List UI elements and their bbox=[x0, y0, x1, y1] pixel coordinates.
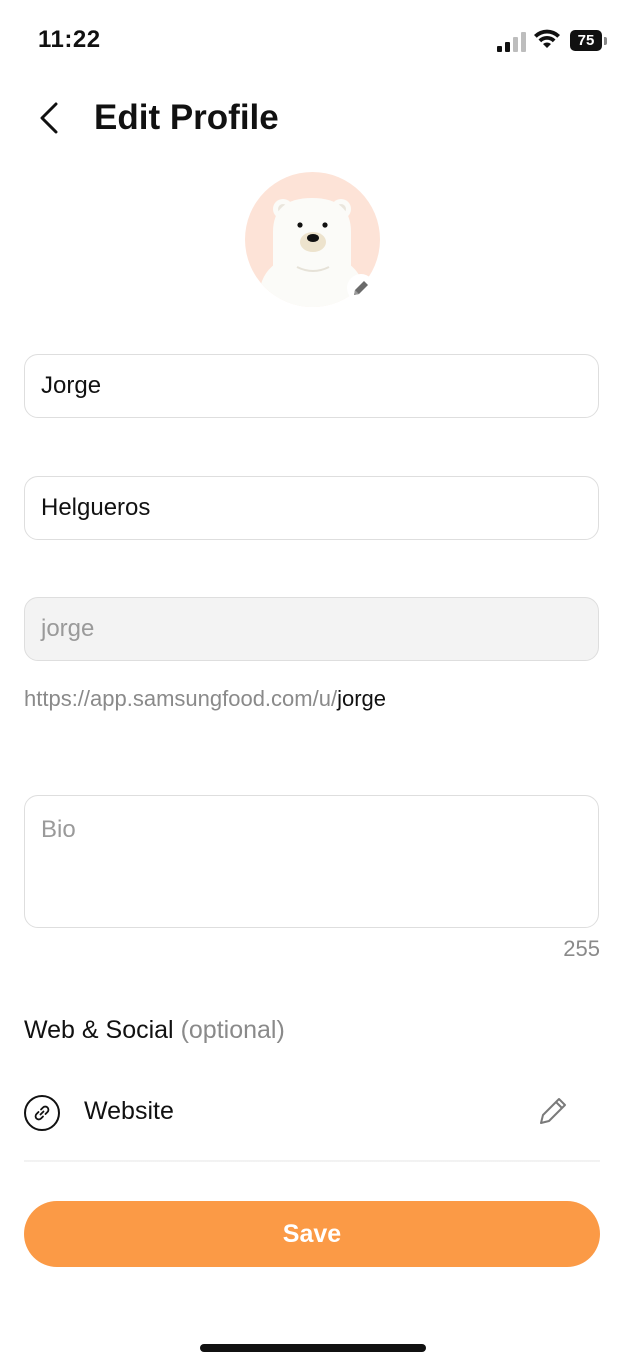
username-field: jorge bbox=[24, 597, 599, 661]
profile-url-username: jorge bbox=[337, 686, 386, 711]
website-label: Website bbox=[84, 1097, 174, 1125]
last-name-field[interactable]: Helgueros bbox=[24, 476, 599, 540]
battery-icon: 75 bbox=[570, 30, 602, 51]
profile-url: https://app.samsungfood.com/u/jorge bbox=[24, 686, 386, 712]
web-social-title: Web & Social bbox=[24, 1016, 174, 1044]
web-social-heading: Web & Social (optional) bbox=[24, 1016, 285, 1045]
back-chevron-icon[interactable] bbox=[36, 100, 66, 136]
username-value: jorge bbox=[41, 615, 95, 642]
first-name-field[interactable]: Jorge bbox=[24, 354, 599, 418]
bio-placeholder: Bio bbox=[41, 816, 76, 843]
bio-textarea[interactable]: Bio bbox=[24, 795, 599, 928]
home-indicator bbox=[200, 1344, 426, 1352]
link-icon bbox=[24, 1095, 60, 1131]
bio-char-counter: 255 bbox=[563, 936, 600, 961]
save-button[interactable]: Save bbox=[24, 1201, 600, 1267]
status-time: 11:22 bbox=[38, 26, 101, 53]
last-name-value: Helgueros bbox=[41, 494, 151, 521]
optional-label: (optional) bbox=[180, 1016, 285, 1044]
avatar-edit-pencil-icon[interactable] bbox=[347, 274, 375, 302]
profile-url-prefix: https://app.samsungfood.com/u/ bbox=[24, 686, 338, 711]
edit-website-pencil-icon[interactable] bbox=[536, 1094, 570, 1128]
first-name-value: Jorge bbox=[41, 372, 102, 399]
scroll-fade bbox=[0, 1130, 626, 1180]
battery-tip bbox=[604, 37, 607, 45]
cellular-signal-icon bbox=[497, 32, 527, 52]
wifi-icon bbox=[534, 29, 560, 48]
page-title: Edit Profile bbox=[94, 98, 279, 137]
